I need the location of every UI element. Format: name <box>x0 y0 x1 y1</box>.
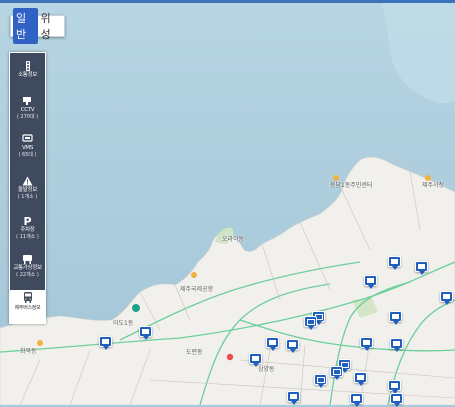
layer-incident-button[interactable]: 돌발정보 ( 1개소 ) <box>10 175 45 200</box>
map-place-label: 제주시청 <box>422 182 445 189</box>
layer-count: ( 270대 ) <box>16 114 39 120</box>
warning-icon <box>10 175 45 187</box>
cctv-marker[interactable] <box>388 256 401 270</box>
cctv-marker[interactable] <box>139 326 152 340</box>
cctv-marker[interactable] <box>287 391 300 405</box>
cctv-marker[interactable] <box>350 393 363 407</box>
traffic-light-icon <box>10 60 45 72</box>
bus-icon <box>10 290 45 303</box>
cctv-marker[interactable] <box>354 372 367 386</box>
vms-marker[interactable] <box>330 366 343 380</box>
layer-traffic-button[interactable]: 소통정보 <box>10 60 45 79</box>
cctv-marker[interactable] <box>360 337 373 351</box>
cctv-marker[interactable] <box>389 311 402 325</box>
cctv-marker[interactable] <box>390 338 403 352</box>
map-place-label: 용담1동주민센터 <box>330 182 373 189</box>
cctv-marker[interactable] <box>390 393 403 407</box>
cctv-marker[interactable] <box>388 380 401 394</box>
map-canvas[interactable] <box>0 0 455 405</box>
layer-count: ( 1개소 ) <box>17 194 38 200</box>
vms-sign-icon <box>10 133 45 145</box>
bus-info-label: 제주버스정보 <box>14 305 41 311</box>
layer-label: VMS <box>21 145 34 151</box>
vms-marker[interactable] <box>314 374 327 388</box>
top-accent-bar <box>0 0 455 3</box>
cctv-marker[interactable] <box>266 337 279 351</box>
layer-cctv-button[interactable]: CCTV ( 270대 ) <box>10 95 45 120</box>
poi-icon <box>132 304 140 312</box>
map-place-label: 오라이동 <box>222 236 245 243</box>
cctv-marker[interactable] <box>440 291 453 305</box>
layer-panel: 소통정보 CCTV ( 270대 ) VMS ( 65대 ) 돌발정보 ( 1개… <box>9 52 46 324</box>
map-type-toggle: 일반 위성 <box>10 8 65 44</box>
bus-info-button[interactable]: 제주버스정보 <box>10 290 45 323</box>
cctv-marker[interactable] <box>415 261 428 275</box>
map-place-label: 도련동 <box>186 349 203 356</box>
layer-count: ( 65대 ) <box>18 152 37 158</box>
layer-parking-button[interactable]: P 주차장 ( 11개소 ) <box>10 214 45 241</box>
poi-icon <box>226 353 234 361</box>
vms-marker[interactable] <box>304 316 317 330</box>
layer-vms-button[interactable]: VMS ( 65대 ) <box>10 133 45 158</box>
cctv-icon <box>10 95 45 107</box>
map-type-satellite-button[interactable]: 위성 <box>38 8 63 44</box>
layer-label: 주차장 <box>20 227 35 233</box>
map-place-label: 제주국제공항 <box>180 286 214 293</box>
layer-label: 소통정보 <box>17 72 38 78</box>
cctv-marker[interactable] <box>249 353 262 367</box>
layer-label: CCTV <box>20 107 35 113</box>
layer-count: ( 11개소 ) <box>16 234 39 240</box>
parking-icon: P <box>23 214 32 228</box>
layer-traffic-sign-button[interactable]: 교통가상정보 ( 22개소 ) <box>10 253 45 278</box>
layer-label: 교통가상정보 <box>13 265 42 271</box>
cctv-marker[interactable] <box>364 275 377 289</box>
poi-icon <box>37 340 43 346</box>
map-place-label: 삼양동 <box>258 366 275 373</box>
poi-icon <box>191 272 197 278</box>
traffic-sign-icon <box>10 253 45 265</box>
map-place-label: 화북동 <box>20 348 37 355</box>
cctv-marker[interactable] <box>99 336 112 350</box>
layer-label: 돌발정보 <box>17 187 38 193</box>
map-type-normal-button[interactable]: 일반 <box>13 8 38 44</box>
cctv-marker[interactable] <box>286 339 299 353</box>
map-place-label: 이도1동 <box>113 320 134 327</box>
layer-count: ( 22개소 ) <box>16 272 39 278</box>
